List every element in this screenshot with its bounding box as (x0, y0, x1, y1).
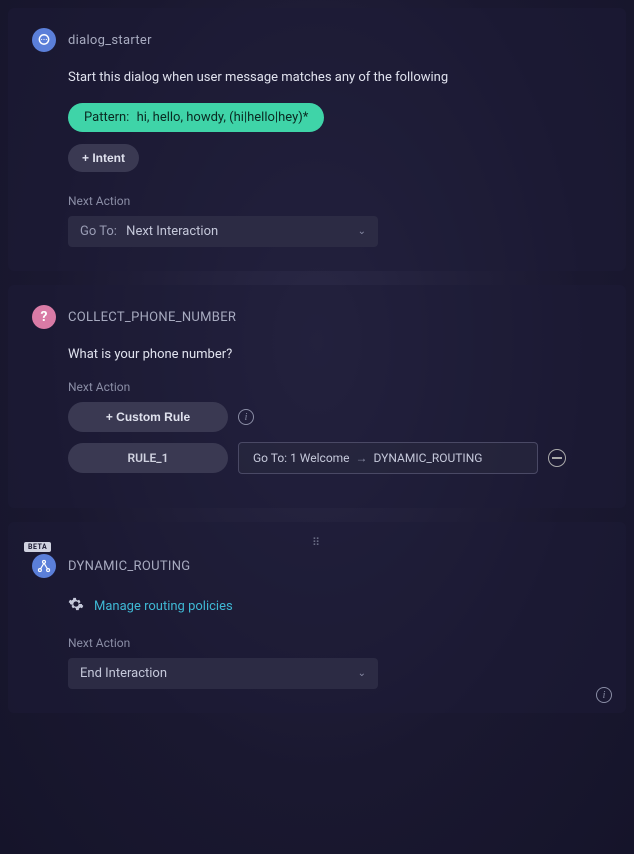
node-dialog-starter: dialog_starter Start this dialog when us… (8, 8, 626, 271)
rule-pill[interactable]: RULE_1 (68, 443, 228, 473)
pattern-value: hi, hello, howdy, (hi|hello|hey)* (137, 110, 309, 125)
next-action-label: Next Action (68, 194, 602, 208)
goto-label: Go To: (80, 224, 117, 239)
routing-icon (32, 554, 56, 578)
info-icon[interactable]: i (238, 409, 254, 425)
next-action-select[interactable]: Go To: Next Interaction ⌄ (68, 216, 378, 247)
chat-icon (32, 28, 56, 52)
node-title: DYNAMIC_ROUTING (68, 559, 190, 574)
manage-routing-link[interactable]: Manage routing policies (94, 599, 233, 614)
rule-goto-select[interactable]: Go To: 1 Welcome → DYNAMIC_ROUTING (238, 442, 538, 474)
pattern-pill[interactable]: Pattern: hi, hello, howdy, (hi|hello|hey… (68, 103, 324, 132)
arrow-right-icon: → (356, 451, 368, 465)
node-header: BETA DYNAMIC_ROUTING (32, 554, 602, 578)
node-collect-phone: ? COLLECT_PHONE_NUMBER What is your phon… (8, 285, 626, 508)
remove-rule-button[interactable] (548, 449, 566, 467)
next-action-label: Next Action (68, 636, 602, 650)
chevron-down-icon: ⌄ (358, 226, 366, 237)
next-action-label: Next Action (68, 380, 602, 394)
question-icon: ? (32, 305, 56, 329)
goto-value: Next Interaction (126, 224, 218, 239)
node-title: COLLECT_PHONE_NUMBER (68, 310, 236, 325)
gear-icon (68, 596, 84, 616)
info-icon[interactable]: i (596, 687, 612, 703)
pattern-label: Pattern: (84, 110, 129, 125)
node-description: Start this dialog when user message matc… (68, 70, 602, 85)
node-title: dialog_starter (68, 33, 152, 48)
action-value: End Interaction (80, 666, 167, 681)
node-header: dialog_starter (32, 28, 602, 52)
add-custom-rule-button[interactable]: + Custom Rule (68, 402, 228, 432)
beta-badge: BETA (24, 542, 51, 552)
rule-goto-prefix: Go To: 1 Welcome (253, 451, 350, 465)
node-dynamic-routing: ⠿ BETA DYNAMIC_ROUTING Manage (8, 522, 626, 713)
chevron-down-icon: ⌄ (358, 668, 366, 679)
node-header: ? COLLECT_PHONE_NUMBER (32, 305, 602, 329)
drag-handle-icon[interactable]: ⠿ (312, 536, 322, 549)
add-intent-button[interactable]: + Intent (68, 144, 139, 172)
node-prompt: What is your phone number? (68, 347, 602, 362)
rule-goto-target: DYNAMIC_ROUTING (374, 451, 483, 465)
next-action-select[interactable]: End Interaction ⌄ (68, 658, 378, 689)
